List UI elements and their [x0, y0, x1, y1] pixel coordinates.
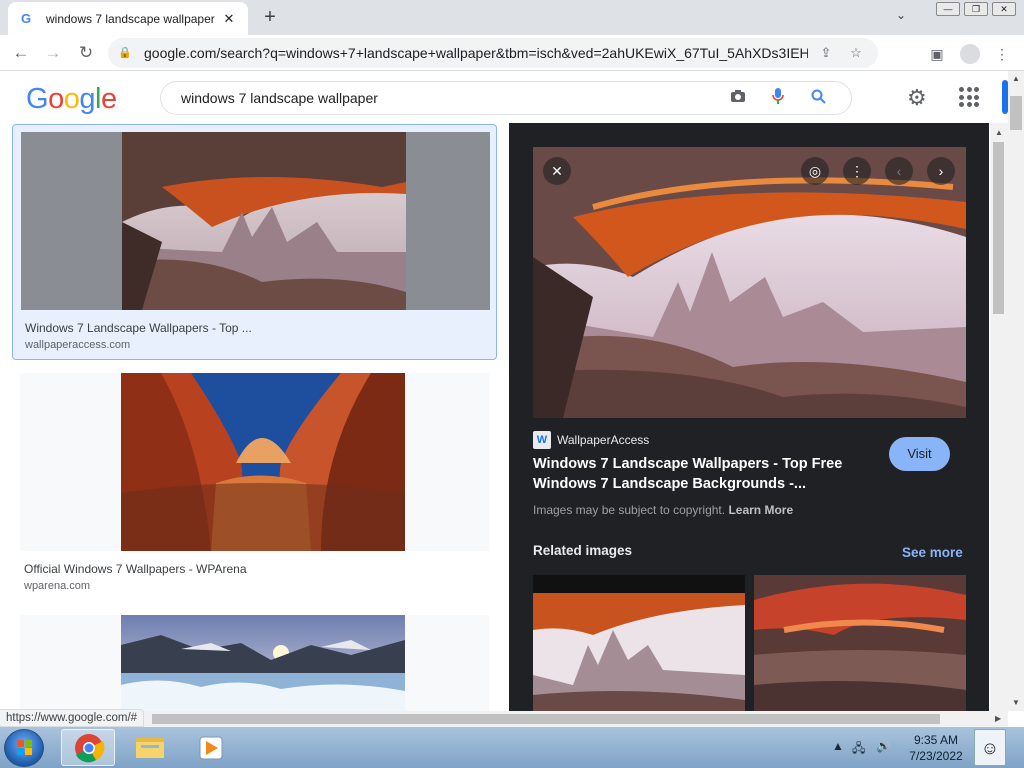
image-results: Windows 7 Landscape Wallpapers - Top ...…: [0, 123, 508, 711]
result-title[interactable]: Windows 7 Landscape Wallpapers - Top ...: [25, 321, 252, 335]
glacier-lake-image: [121, 615, 405, 711]
tab-search-icon[interactable]: ⌄: [896, 8, 906, 22]
windows-logo-icon: [17, 740, 32, 755]
horizontal-scrollbar-thumb[interactable]: [152, 714, 940, 724]
clock-time: 9:35 AM: [913, 733, 959, 747]
related-images-heading: Related images: [533, 543, 633, 558]
back-icon[interactable]: ←: [9, 41, 33, 65]
result-card[interactable]: Official Windows 7 Wallpapers - WPArena …: [12, 366, 497, 596]
panel-scroll-up-icon[interactable]: ▲: [995, 128, 1003, 137]
system-clock[interactable]: 9:35 AM 7/23/2022: [898, 732, 974, 764]
scroll-right-icon[interactable]: ▶: [995, 714, 1001, 723]
scroll-up-icon[interactable]: ▲: [1012, 74, 1020, 83]
maximize-button[interactable]: ❐: [964, 2, 988, 16]
minimize-button[interactable]: —: [936, 2, 960, 16]
related-image[interactable]: [754, 575, 966, 711]
close-window-button[interactable]: ✕: [992, 2, 1016, 16]
url-text: google.com/search?q=windows+7+landscape+…: [144, 45, 808, 61]
search-icon[interactable]: [803, 89, 833, 108]
close-tab-icon[interactable]: ✕: [220, 11, 238, 27]
search-input[interactable]: windows 7 landscape wallpaper: [181, 90, 713, 106]
notification-icon[interactable]: ☺: [974, 729, 1006, 766]
result-thumbnail[interactable]: [20, 615, 489, 711]
microphone-icon[interactable]: [763, 88, 793, 108]
copyright-notice: Images may be subject to copyright. Lear…: [533, 503, 794, 517]
chrome-icon: [75, 734, 105, 763]
menu-dots-icon[interactable]: ⋮: [991, 43, 1013, 65]
search-box[interactable]: windows 7 landscape wallpaper: [160, 81, 852, 115]
new-tab-button[interactable]: +: [258, 6, 282, 30]
profile-avatar[interactable]: [960, 44, 980, 64]
mesa-arch-preview-image: [533, 147, 966, 418]
site-logo: W: [533, 431, 551, 449]
visual-search-icon[interactable]: ◎: [801, 157, 829, 185]
taskbar-chrome[interactable]: [61, 729, 115, 766]
google-header: Google windows 7 landscape wallpaper ⚙: [0, 71, 1008, 125]
network-icon[interactable]: 🖧: [852, 739, 865, 760]
clock-date: 7/23/2022: [909, 749, 963, 763]
panel-scrollbar-thumb[interactable]: [993, 142, 1004, 314]
camera-icon[interactable]: [723, 89, 753, 107]
previous-image-icon[interactable]: ‹: [885, 157, 913, 185]
preview-image[interactable]: ✕ ◎ ⋮ ‹ ›: [533, 147, 966, 418]
page-scrollbar-thumb[interactable]: [1010, 96, 1022, 130]
learn-more-link[interactable]: Learn More: [728, 503, 793, 517]
preview-source[interactable]: W WallpaperAccess: [533, 431, 649, 449]
side-panel-icon[interactable]: ▣: [926, 43, 948, 65]
result-thumbnail[interactable]: [21, 132, 490, 310]
tab-title: windows 7 landscape wallpaper: [46, 11, 215, 26]
wave-rock-image: [121, 373, 405, 551]
mesa-arch-image: [122, 132, 406, 310]
result-card[interactable]: [12, 608, 497, 711]
apps-grid-icon[interactable]: [959, 87, 979, 107]
site-name: WallpaperAccess: [557, 433, 650, 447]
result-title[interactable]: Official Windows 7 Wallpapers - WPArena: [24, 562, 247, 576]
next-image-icon[interactable]: ›: [927, 157, 955, 185]
scroll-down-icon[interactable]: ▼: [1012, 698, 1020, 707]
tab-strip: G windows 7 landscape wallpaper ✕ + ⌄ — …: [0, 0, 1024, 35]
settings-gear-icon[interactable]: ⚙: [907, 85, 927, 111]
result-thumbnail[interactable]: [20, 373, 489, 551]
related-image[interactable]: [533, 575, 745, 711]
browser-tab[interactable]: G windows 7 landscape wallpaper ✕: [8, 2, 248, 35]
status-bar-url: https://www.google.com/#: [0, 709, 145, 727]
volume-icon[interactable]: 🔊: [876, 739, 891, 753]
related-sunset-arch-image: [754, 575, 966, 711]
close-preview-icon[interactable]: ✕: [543, 157, 571, 185]
page-scrollbar[interactable]: [1008, 71, 1024, 711]
bookmark-star-icon[interactable]: ☆: [844, 45, 868, 61]
google-favicon-icon: G: [20, 11, 32, 26]
address-bar[interactable]: 🔒 google.com/search?q=windows+7+landscap…: [108, 38, 878, 68]
taskbar-explorer[interactable]: [123, 729, 177, 766]
preview-title[interactable]: Windows 7 Landscape Wallpapers - Top Fre…: [533, 454, 863, 494]
result-source[interactable]: wparena.com: [24, 580, 90, 592]
result-source[interactable]: wallpaperaccess.com: [25, 339, 130, 351]
see-more-link[interactable]: See more: [902, 545, 963, 560]
reload-icon[interactable]: ↻: [74, 41, 98, 65]
google-logo[interactable]: Google: [26, 83, 117, 116]
windows-taskbar: ▲ 🖧 🔊 9:35 AM 7/23/2022 ☺: [0, 727, 1024, 768]
taskbar-media-player[interactable]: [184, 729, 238, 766]
more-options-icon[interactable]: ⋮: [843, 157, 871, 185]
lock-icon: 🔒: [118, 47, 132, 59]
browser-toolbar: ← → ↻ 🔒 google.com/search?q=windows+7+la…: [0, 35, 1024, 71]
related-arch-image: [533, 575, 745, 711]
forward-icon[interactable]: →: [41, 41, 65, 65]
result-card[interactable]: Windows 7 Landscape Wallpapers - Top ...…: [12, 124, 497, 360]
media-player-icon: [199, 736, 223, 760]
tray-overflow-icon[interactable]: ▲: [832, 739, 844, 753]
image-preview-panel: ✕ ◎ ⋮ ‹ › W WallpaperAccess Windows 7 La…: [509, 123, 989, 711]
visit-button[interactable]: Visit: [889, 437, 950, 471]
window-controls: — ❐ ✕: [936, 2, 1016, 16]
folder-icon: [136, 738, 164, 758]
start-button[interactable]: [4, 729, 44, 767]
share-icon[interactable]: ⇪: [814, 45, 838, 61]
